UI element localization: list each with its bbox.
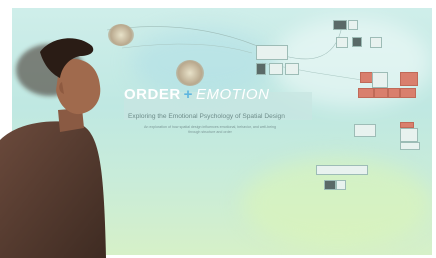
presenter-shirt: [0, 121, 106, 258]
presenter: [0, 38, 106, 258]
